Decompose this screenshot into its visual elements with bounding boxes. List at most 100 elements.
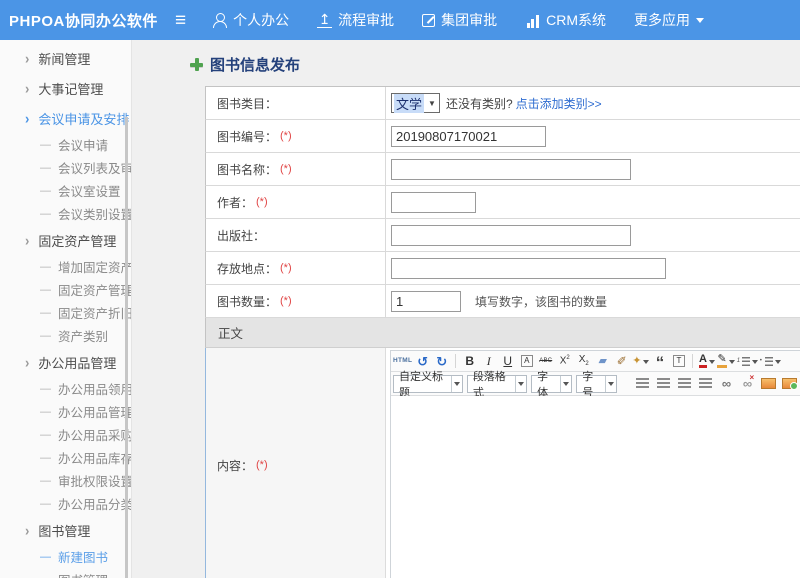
form-row-author: 作者： (*): [205, 186, 800, 219]
location-input[interactable]: [391, 258, 666, 279]
sidebar-sub-item[interactable]: —办公用品库存管理: [0, 446, 131, 469]
unlink-button[interactable]: ∞: [739, 375, 756, 392]
sidebar-parent-item[interactable]: ›新闻管理: [0, 43, 131, 73]
nav-item-workflow-approval[interactable]: 流程审批: [317, 10, 394, 30]
editor-content-area[interactable]: [391, 396, 800, 578]
required-mark: (*): [256, 459, 268, 471]
form-row-location: 存放地点： (*): [205, 252, 800, 285]
edit-square-icon: [422, 14, 435, 27]
sidebar-item-label: 新建图书: [58, 547, 108, 566]
custom-title-select[interactable]: 自定义标题: [393, 375, 463, 393]
add-category-link[interactable]: 点击添加类别>>: [516, 95, 602, 112]
sidebar-parent-item[interactable]: ›图书管理: [0, 515, 131, 545]
dash-icon: —: [40, 139, 51, 151]
nav-item-crm-system[interactable]: CRM系统: [525, 10, 606, 30]
sidebar-sub-item[interactable]: —办公用品采购: [0, 423, 131, 446]
sidebar-sub-item[interactable]: —图书管理: [0, 568, 131, 578]
justify-center-button[interactable]: [655, 375, 672, 392]
sidebar-item-label: 固定资产管理: [38, 231, 116, 250]
content-label: 内容：: [217, 457, 253, 474]
hamburger-icon[interactable]: ≡: [175, 11, 186, 30]
sidebar-sub-item[interactable]: —办公用品分类设置: [0, 492, 131, 515]
caret-down-icon: [451, 376, 462, 392]
sidebar-scrollbar[interactable]: [125, 117, 128, 578]
nav-item-personal-office[interactable]: 个人办公: [212, 10, 289, 30]
sidebar-sub-item[interactable]: — 会议类别设置: [0, 202, 131, 225]
required-mark: (*): [280, 163, 292, 175]
editor-toolbar-row2: 自定义标题段落格式字体字号 ∞∞: [391, 372, 800, 396]
chevron-right-icon: ›: [25, 49, 29, 66]
nav-item-group-approval[interactable]: 集团审批: [422, 10, 497, 30]
back-color-button[interactable]: ✎: [717, 353, 734, 370]
sidebar-sub-item[interactable]: —增加固定资产: [0, 255, 131, 278]
sidebar-item-label: 办公用品管理: [38, 353, 116, 372]
sidebar-sub-item[interactable]: —会议列表及审批: [0, 156, 131, 179]
sidebar-sub-item[interactable]: —固定资产折旧: [0, 301, 131, 324]
sidebar: ›新闻管理›大事记管理›会议申请及安排—会议申请—会议列表及审批—会议室设置—会…: [0, 40, 132, 578]
chevron-right-icon: ›: [25, 521, 29, 538]
toolbar-separator: [692, 354, 693, 368]
sidebar-item-label: 图书管理: [58, 570, 108, 578]
book-publish-form: 图书类目： 文学 ▼ 还没有类别? 点击添加类别>> 图书编号： (*): [205, 86, 800, 578]
bar-chart-icon: [525, 13, 540, 28]
quantity-input[interactable]: [391, 291, 461, 312]
sidebar-parent-item[interactable]: ›办公用品管理: [0, 347, 131, 377]
book-no-input[interactable]: [391, 126, 546, 147]
link-button[interactable]: ∞: [718, 375, 735, 392]
nav-item-more-apps[interactable]: 更多应用: [634, 10, 704, 30]
category-select[interactable]: 文学 ▼: [391, 93, 440, 113]
publisher-label: 出版社：: [217, 227, 265, 244]
category-hint: 还没有类别?: [446, 95, 513, 112]
sidebar-item-label: 固定资产折旧: [58, 303, 132, 322]
ordered-list-button[interactable]: 1: [737, 353, 758, 370]
author-input[interactable]: [391, 192, 476, 213]
sidebar-sub-item[interactable]: —固定资产管理: [0, 278, 131, 301]
sidebar-sub-item[interactable]: —会议室设置: [0, 179, 131, 202]
paste-plain-button[interactable]: T: [670, 353, 687, 370]
dash-icon: —: [40, 498, 51, 510]
caret-down-icon: [605, 376, 616, 392]
sidebar-item-label: 会议类别设置: [58, 204, 132, 223]
dropdown-label: 字号: [577, 368, 605, 400]
fore-color-button[interactable]: A: [698, 353, 715, 370]
sidebar-parent-item[interactable]: › 固定资产管理: [0, 225, 131, 255]
justify-full-button[interactable]: [697, 375, 714, 392]
insert-image-plus-button[interactable]: [781, 375, 798, 392]
sidebar-sub-item[interactable]: —审批权限设置: [0, 469, 131, 492]
book-name-input[interactable]: [391, 159, 631, 180]
paragraph-format-select[interactable]: 段落格式: [467, 375, 527, 393]
sidebar-sub-item[interactable]: —资产类别: [0, 324, 131, 347]
form-row-book-no: 图书编号： (*): [205, 120, 800, 153]
location-label: 存放地点：: [217, 260, 277, 277]
publisher-input[interactable]: [391, 225, 631, 246]
dash-icon: —: [40, 383, 51, 395]
sidebar-sub-item[interactable]: —会议申请: [0, 133, 131, 156]
insert-image-button[interactable]: [760, 375, 777, 392]
font-family-select[interactable]: 字体: [531, 375, 572, 393]
sidebar-parent-item[interactable]: ›会议申请及安排: [0, 103, 131, 133]
sidebar-item-label: 办公用品管理: [58, 402, 132, 421]
sidebar-sub-item[interactable]: —办公用品管理: [0, 400, 131, 423]
form-row-category: 图书类目： 文学 ▼ 还没有类别? 点击添加类别>>: [205, 87, 800, 120]
required-mark: (*): [280, 295, 292, 307]
caret-down-icon: [515, 376, 526, 392]
sidebar-sub-item[interactable]: —新建图书: [0, 545, 131, 568]
chevron-right-icon: ›: [25, 231, 29, 248]
form-row-content: 内容： (*) HTML↺↻BIUAABCX2X2▰✐✦“TA✎1• 自定义标题…: [205, 348, 800, 578]
format-brush-button[interactable]: ✐: [613, 353, 630, 370]
sidebar-item-label: 会议列表及审批: [58, 158, 132, 177]
dash-icon: —: [40, 284, 51, 296]
unordered-list-button[interactable]: •: [760, 353, 781, 370]
sidebar-sub-item[interactable]: —办公用品领用: [0, 377, 131, 400]
top-navigation-bar: PHPOA协同办公软件 ≡ 个人办公流程审批集团审批CRM系统更多应用: [0, 0, 800, 40]
font-size-select[interactable]: 字号: [576, 375, 617, 393]
author-label: 作者：: [217, 194, 253, 211]
justify-left-button[interactable]: [634, 375, 651, 392]
required-mark: (*): [280, 262, 292, 274]
justify-right-button[interactable]: [676, 375, 693, 392]
dash-icon: —: [40, 208, 51, 220]
sidebar-parent-item[interactable]: ›大事记管理: [0, 73, 131, 103]
blockquote-button[interactable]: “: [651, 353, 668, 370]
auto-typeset-button[interactable]: ✦: [632, 353, 649, 370]
book-name-label: 图书名称：: [217, 161, 277, 178]
